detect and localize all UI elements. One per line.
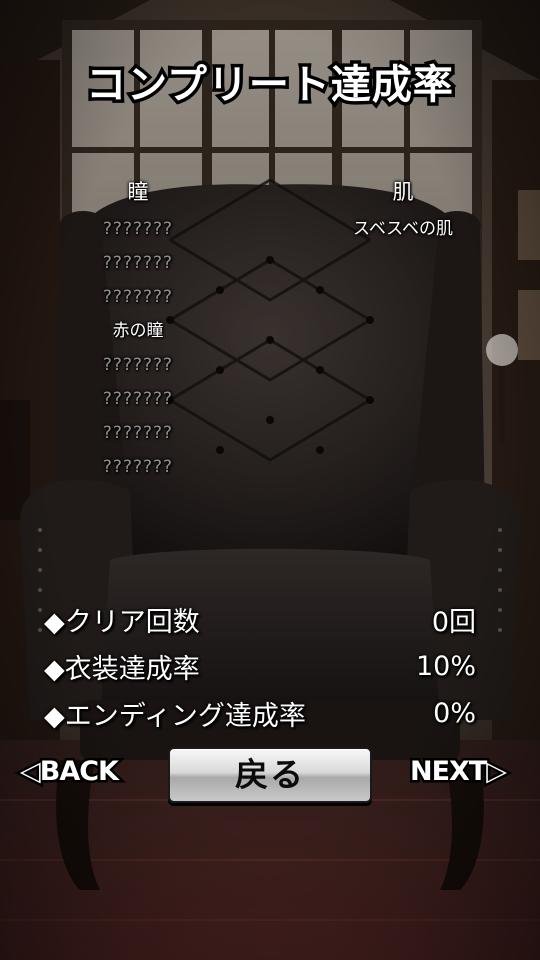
eye-item-locked: ???????: [102, 389, 174, 409]
costume-rate-row: ◆衣装達成率 10%: [44, 643, 476, 690]
completion-stats: ◆クリア回数 0回 ◆衣装達成率 10% ◆エンディング達成率 0%: [44, 596, 476, 737]
ending-rate-label: ◆エンディング達成率: [44, 701, 306, 732]
eye-item-locked: ???????: [102, 423, 174, 443]
eye-item-unlocked: 赤の瞳: [112, 321, 164, 341]
return-button-label: 戻る: [235, 755, 305, 794]
clear-count-value: 0回: [431, 607, 476, 638]
eye-item-locked: ???????: [102, 355, 174, 375]
return-button[interactable]: 戻る: [168, 747, 372, 803]
clear-count-row: ◆クリア回数 0回: [44, 596, 476, 643]
costume-rate-label: ◆衣装達成率: [44, 654, 200, 685]
eye-item-locked: ???????: [102, 287, 174, 307]
eye-item-locked: ???????: [102, 253, 174, 273]
skin-column-heading: 肌: [392, 180, 414, 204]
costume-rate-value: 10%: [415, 651, 476, 682]
eye-item-locked: ???????: [102, 457, 174, 477]
eye-column-heading: 瞳: [127, 180, 149, 204]
eye-collection-column: 瞳 ??????? ??????? ??????? 赤の瞳 ??????? ??…: [48, 172, 228, 484]
eye-item-locked: ???????: [102, 219, 174, 239]
ending-rate-value: 0%: [433, 698, 476, 729]
ending-rate-row: ◆エンディング達成率 0%: [44, 690, 476, 737]
page-title: コンプリート達成率: [83, 59, 457, 112]
skin-item-unlocked: スベスベの肌: [353, 219, 453, 239]
next-button[interactable]: NEXT▷: [407, 752, 509, 792]
skin-collection-column: 肌 スベスベの肌: [313, 172, 493, 246]
clear-count-label: ◆クリア回数: [44, 607, 200, 638]
back-button[interactable]: ◁BACK: [18, 752, 122, 792]
